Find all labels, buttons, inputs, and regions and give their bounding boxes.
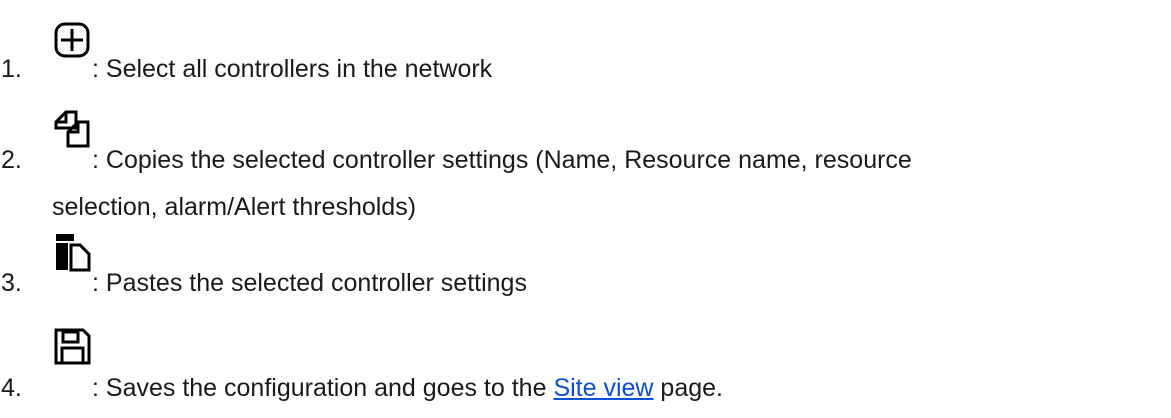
item-number: 2.: [1, 146, 22, 174]
item-number: 4.: [1, 374, 22, 402]
list-item-paste: 3. : Pastes the selected controller sett…: [0, 232, 1171, 302]
item-number: 1.: [1, 55, 22, 83]
copy-icon: [52, 108, 92, 148]
item-text-after-link: page.: [653, 374, 723, 402]
item-text-before-link: : Saves the configuration and goes to th…: [92, 374, 554, 402]
list-item-copy: 2. : Copies the selected controller sett…: [0, 108, 1171, 228]
item-text: : Copies the selected controller setting…: [92, 146, 912, 174]
select-all-plus-icon: [52, 20, 92, 60]
item-number: 3.: [1, 269, 22, 297]
item-text-continued: selection, alarm/Alert thresholds): [52, 193, 417, 221]
item-text: : Saves the configuration and goes to th…: [92, 373, 723, 403]
item-text: : Pastes the selected controller setting…: [92, 269, 527, 297]
list-item-save: 4. : Saves the configuration and goes to…: [0, 326, 1171, 406]
paste-icon: [52, 232, 92, 272]
list-item-select-all: 1. : Select all controllers in the netwo…: [0, 20, 1171, 100]
site-view-link[interactable]: Site view: [553, 374, 653, 402]
save-floppy-icon: [52, 326, 92, 366]
item-text: : Select all controllers in the network: [92, 55, 493, 83]
